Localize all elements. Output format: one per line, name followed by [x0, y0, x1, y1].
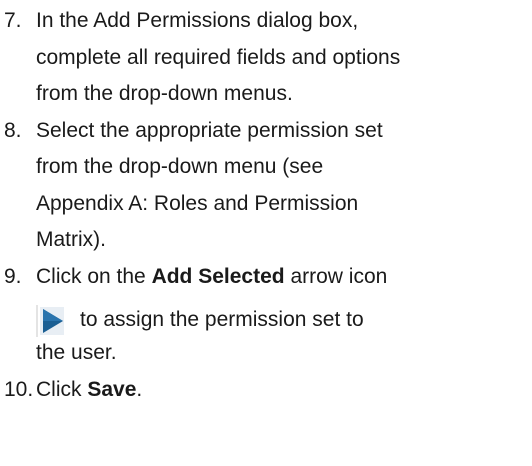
step-10: 10. Click Save.: [0, 372, 532, 409]
step-line: from the drop-down menu (see: [36, 155, 324, 178]
step-text: to assign the permission set to: [80, 308, 364, 331]
step-text: Click on the: [36, 264, 152, 288]
step-line: the user.: [36, 341, 117, 364]
step-line: In the Add Permissions dialog box,: [36, 9, 359, 32]
instruction-list: 7. In the Add Permissions dialog box, co…: [0, 0, 532, 408]
step-line: Appendix A: Roles and Permission: [36, 191, 359, 215]
step-line: Click on the Add Selected arrow icon: [36, 259, 532, 296]
step-9: 9. Click on the Add Selected arrow icon …: [0, 259, 532, 372]
add-selected-label: Add Selected: [151, 264, 285, 288]
step-line: complete all required fields and options: [36, 45, 401, 69]
step-line: Matrix).: [36, 228, 106, 251]
step-line: Select the appropriate permission set: [36, 118, 383, 142]
step-number: 8.: [4, 118, 22, 142]
step-text: .: [136, 377, 143, 401]
icon-line: to assign the permission set to: [36, 295, 532, 337]
step-8: 8. Select the appropriate permission set…: [0, 113, 532, 259]
step-number: 7.: [4, 9, 22, 32]
add-selected-arrow-icon: [36, 305, 66, 337]
step-line: Click Save.: [36, 372, 532, 409]
step-number: 10.: [4, 377, 34, 401]
step-number: 9.: [4, 264, 22, 288]
step-text: arrow icon: [284, 264, 388, 288]
step-line: from the drop-down menus.: [36, 82, 293, 105]
step-7: 7. In the Add Permissions dialog box, co…: [0, 3, 532, 113]
save-label: Save: [87, 377, 137, 401]
step-text: Click: [36, 377, 88, 401]
